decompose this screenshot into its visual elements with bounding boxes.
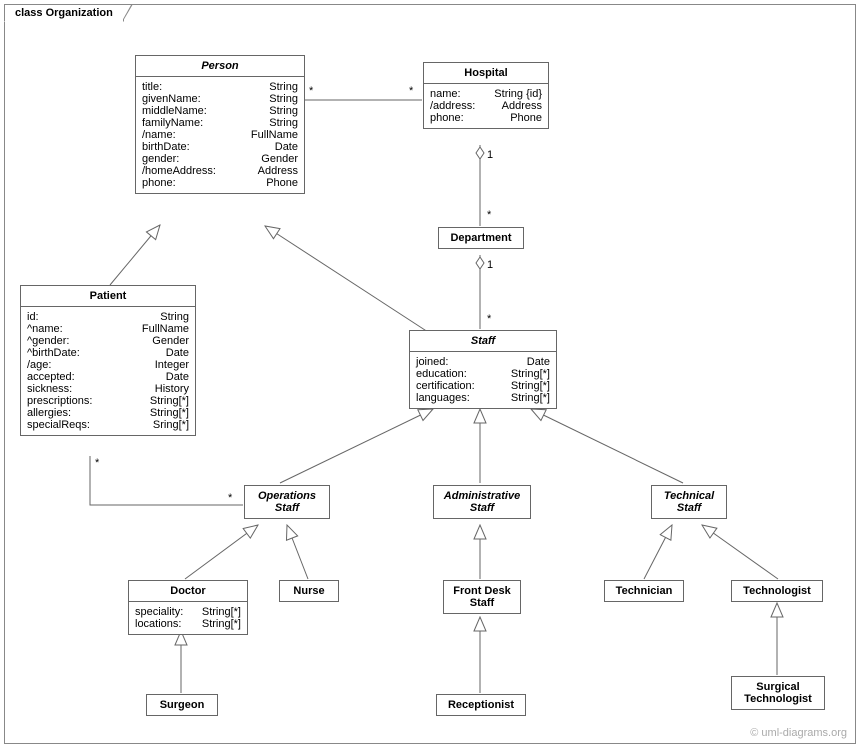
attr-row: education:String[*] (416, 368, 550, 380)
class-name: Technician (605, 581, 683, 601)
class-name: Hospital (424, 63, 548, 84)
attr-row: accepted:Date (27, 371, 189, 383)
class-hospital: Hospital name:String {id}/address:Addres… (423, 62, 549, 129)
class-surgeon: Surgeon (146, 694, 218, 716)
package-frame: class Organization (4, 4, 856, 744)
attr-row: locations:String[*] (135, 618, 241, 630)
class-person: Person title:StringgivenName:Stringmiddl… (135, 55, 305, 194)
attr-row: middleName:String (142, 105, 298, 117)
class-operations-staff: Operations Staff (244, 485, 330, 519)
class-patient: Patient id:String^name:FullName^gender:G… (20, 285, 196, 436)
mult-hosp-dept-b: * (487, 209, 491, 221)
attr-row: id:String (27, 311, 189, 323)
watermark: © uml-diagrams.org (750, 727, 847, 739)
attr-row: title:String (142, 81, 298, 93)
attr-row: gender:Gender (142, 153, 298, 165)
attr-row: /address:Address (430, 100, 542, 112)
attr-row: ^gender:Gender (27, 335, 189, 347)
class-attrs: id:String^name:FullName^gender:Gender^bi… (21, 307, 195, 435)
class-front-desk-staff: Front Desk Staff (443, 580, 521, 614)
mult-person-hospital-l: * (309, 85, 313, 97)
class-name: Nurse (280, 581, 338, 601)
class-name: Technical Staff (652, 486, 726, 518)
attr-row: sickness:History (27, 383, 189, 395)
attr-row: /homeAddress:Address (142, 165, 298, 177)
class-nurse: Nurse (279, 580, 339, 602)
class-name: Administrative Staff (434, 486, 530, 518)
class-name: Technologist (732, 581, 822, 601)
class-name: Patient (21, 286, 195, 307)
attr-row: phone:Phone (430, 112, 542, 124)
attr-row: speciality:String[*] (135, 606, 241, 618)
class-attrs: title:StringgivenName:StringmiddleName:S… (136, 77, 304, 193)
mult-hosp-dept-t: 1 (487, 149, 493, 161)
mult-dept-staff-b: * (487, 313, 491, 325)
class-name: Person (136, 56, 304, 77)
attr-row: specialReqs:Sring[*] (27, 419, 189, 431)
class-name: Surgeon (147, 695, 217, 715)
class-surgical-technologist: Surgical Technologist (731, 676, 825, 710)
attr-row: /age:Integer (27, 359, 189, 371)
mult-pat-ops-l: * (95, 457, 99, 469)
attr-row: ^birthDate:Date (27, 347, 189, 359)
class-name: Department (439, 228, 523, 248)
class-name: Surgical Technologist (732, 677, 824, 709)
attr-row: /name:FullName (142, 129, 298, 141)
mult-person-hospital-r: * (409, 85, 413, 97)
class-name: Staff (410, 331, 556, 352)
class-technician: Technician (604, 580, 684, 602)
class-receptionist: Receptionist (436, 694, 526, 716)
class-name: Operations Staff (245, 486, 329, 518)
class-technologist: Technologist (731, 580, 823, 602)
class-name: Front Desk Staff (444, 581, 520, 613)
attr-row: languages:String[*] (416, 392, 550, 404)
attr-row: phone:Phone (142, 177, 298, 189)
class-department: Department (438, 227, 524, 249)
class-name: Receptionist (437, 695, 525, 715)
class-technical-staff: Technical Staff (651, 485, 727, 519)
class-administrative-staff: Administrative Staff (433, 485, 531, 519)
attr-row: joined:Date (416, 356, 550, 368)
class-attrs: speciality:String[*]locations:String[*] (129, 602, 247, 634)
class-name: Doctor (129, 581, 247, 602)
attr-row: familyName:String (142, 117, 298, 129)
class-doctor: Doctor speciality:String[*]locations:Str… (128, 580, 248, 635)
class-attrs: joined:Dateeducation:String[*]certificat… (410, 352, 556, 408)
attr-row: name:String {id} (430, 88, 542, 100)
frame-title: class Organization (4, 4, 124, 22)
mult-pat-ops-r: * (228, 492, 232, 504)
mult-dept-staff-t: 1 (487, 259, 493, 271)
class-staff: Staff joined:Dateeducation:String[*]cert… (409, 330, 557, 409)
attr-row: ^name:FullName (27, 323, 189, 335)
attr-row: prescriptions:String[*] (27, 395, 189, 407)
attr-row: certification:String[*] (416, 380, 550, 392)
attr-row: givenName:String (142, 93, 298, 105)
attr-row: birthDate:Date (142, 141, 298, 153)
attr-row: allergies:String[*] (27, 407, 189, 419)
class-attrs: name:String {id}/address:Addressphone:Ph… (424, 84, 548, 128)
